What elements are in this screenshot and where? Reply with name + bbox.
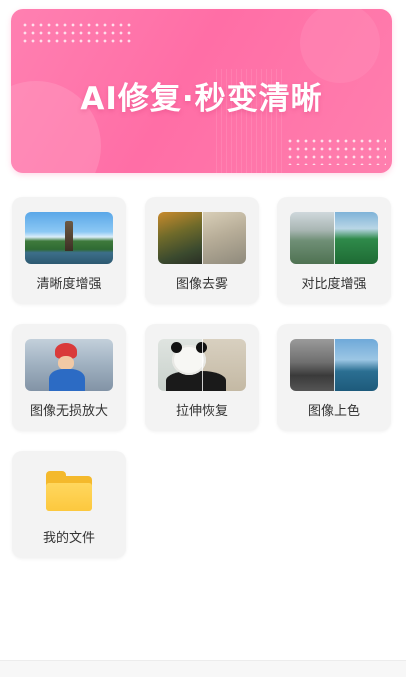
feature-image-colorize[interactable]: 图像上色 xyxy=(277,324,391,431)
after-half xyxy=(334,212,378,264)
bottom-bar xyxy=(0,660,406,677)
feature-label: 对比度增强 xyxy=(301,277,367,292)
before-half xyxy=(290,339,334,391)
image-defog-thumbnail xyxy=(158,212,246,264)
compare-divider xyxy=(202,339,203,391)
banner-title: AI修复·秒变清晰 xyxy=(80,81,323,117)
clarity-enhance-thumbnail xyxy=(25,212,113,264)
image-colorize-thumbnail xyxy=(290,339,378,391)
stretch-restore-thumbnail xyxy=(158,339,246,391)
feature-label: 清晰度增强 xyxy=(36,277,102,292)
feature-label: 图像无损放大 xyxy=(29,404,108,419)
feature-image-defog[interactable]: 图像去雾 xyxy=(145,197,259,304)
feature-clarity-enhance[interactable]: 清晰度增强 xyxy=(12,197,126,304)
child-face-shape xyxy=(58,356,74,370)
feature-contrast-enhance[interactable]: 对比度增强 xyxy=(277,197,391,304)
banner-decoration-circle xyxy=(300,9,380,83)
feature-lossless-upscale[interactable]: 图像无损放大 xyxy=(12,324,126,431)
feature-label: 我的文件 xyxy=(42,531,95,546)
before-half xyxy=(158,212,202,264)
lossless-upscale-thumbnail xyxy=(25,339,113,391)
after-half xyxy=(334,339,378,391)
feature-label: 拉伸恢复 xyxy=(175,404,228,419)
panda-ear-shape xyxy=(171,342,182,353)
feature-stretch-restore[interactable]: 拉伸恢复 xyxy=(145,324,259,431)
pagoda-shape xyxy=(65,221,73,251)
app-page: AI修复·秒变清晰 清晰度增强 图像去雾 对比度增强 图像无损放大 拉伸恢复 图… xyxy=(0,0,406,677)
compare-divider xyxy=(334,339,335,391)
feature-label: 图像上色 xyxy=(307,404,360,419)
compare-divider xyxy=(334,212,335,264)
promo-banner[interactable]: AI修复·秒变清晰 xyxy=(11,9,392,173)
child-coat-shape xyxy=(49,369,85,391)
after-half xyxy=(202,212,246,264)
feature-label: 图像去雾 xyxy=(175,277,228,292)
banner-decoration-dots xyxy=(286,137,386,165)
compare-divider xyxy=(202,212,203,264)
before-half xyxy=(290,212,334,264)
banner-decoration-dots xyxy=(21,21,133,47)
panda-body-shape xyxy=(166,371,226,391)
contrast-enhance-thumbnail xyxy=(290,212,378,264)
folder-icon xyxy=(46,471,92,511)
feature-my-files[interactable]: 我的文件 xyxy=(12,451,126,558)
